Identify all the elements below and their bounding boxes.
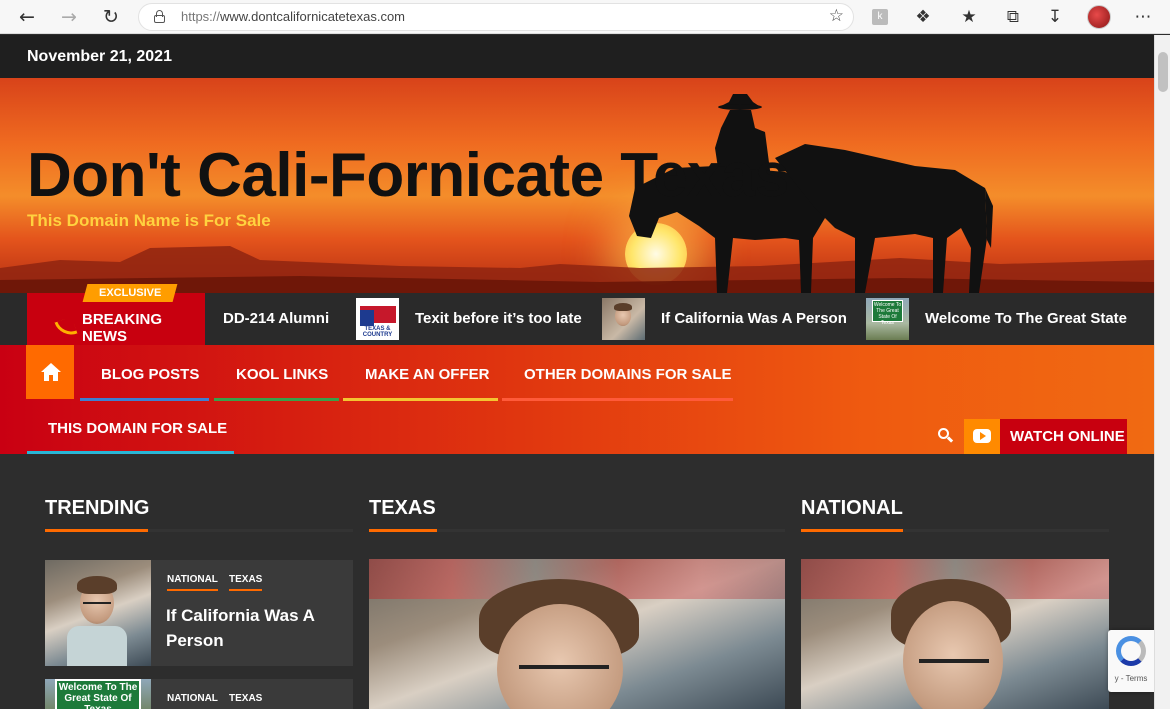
recaptcha-logo-icon <box>1116 636 1146 666</box>
category-tag[interactable]: NATIONAL <box>167 693 218 704</box>
web-page: November 21, 2021 Don't Cali-Fornicate T… <box>0 35 1154 709</box>
breaking-news-ticker: BREAKING NEWS EXCLUSIVE DD-214 Alumni TE… <box>0 284 1154 345</box>
nav-blog-posts[interactable]: BLOG POSTS <box>101 366 199 383</box>
site-tagline: This Domain Name is For Sale <box>27 211 271 230</box>
section-divider <box>801 529 1109 532</box>
loading-arc-icon <box>54 316 78 340</box>
browser-toolbar: ← → ↻ https://www.dontcalifornicatetexas… <box>0 0 1170 34</box>
trending-card[interactable]: NATIONAL TEXAS If California Was A Perso… <box>45 560 353 666</box>
ticker-item[interactable]: Welcome To The Great State of <box>925 310 1127 327</box>
breaking-news-label: BREAKING NEWS <box>82 311 163 345</box>
youtube-play-icon <box>973 429 991 443</box>
post-thumbnail[interactable]: Welcome To The Great State Of Texas <box>45 679 151 709</box>
post-title[interactable]: If California Was A Person <box>166 603 336 653</box>
forward-arrow-icon[interactable]: → <box>56 5 82 29</box>
favorites-icon[interactable]: ★ <box>957 5 981 29</box>
nav-underline <box>502 398 733 401</box>
nav-kool-links[interactable]: KOOL LINKS <box>236 366 328 383</box>
page-scrollbar[interactable] <box>1154 35 1170 709</box>
add-favorite-icon[interactable]: ☆ <box>829 6 844 26</box>
exclusive-badge-label: EXCLUSIVE <box>99 287 162 299</box>
section-divider <box>45 529 353 532</box>
category-underline <box>229 589 262 591</box>
current-date: November 21, 2021 <box>27 48 172 65</box>
trending-card[interactable]: Welcome To The Great State Of Texas NATI… <box>45 679 353 709</box>
post-thumbnail[interactable] <box>45 560 151 666</box>
watch-online-label: WATCH ONLINE <box>1010 428 1125 445</box>
search-icon[interactable] <box>938 428 954 443</box>
refresh-icon[interactable]: ↻ <box>98 5 124 29</box>
back-arrow-icon[interactable]: ← <box>14 5 40 29</box>
nav-make-an-offer[interactable]: MAKE AN OFFER <box>365 366 489 383</box>
category-underline <box>167 589 218 591</box>
ticker-thumbnail[interactable]: Welcome To The Great State Of Texas <box>866 298 909 340</box>
nav-underline <box>343 398 498 401</box>
ticker-thumbnail[interactable]: TEXAS & COUNTRY <box>356 298 399 340</box>
category-tag[interactable]: TEXAS <box>229 574 262 585</box>
site-title[interactable]: Don't Cali-Fornicate Texas <box>27 140 789 211</box>
downloads-icon[interactable]: ↧ <box>1043 5 1067 29</box>
category-tag[interactable]: TEXAS <box>229 693 262 704</box>
url-text[interactable]: https://www.dontcalifornicatetexas.com <box>181 9 405 24</box>
extension-icon[interactable]: k <box>872 9 888 25</box>
ticker-thumbnail[interactable] <box>602 298 645 340</box>
post-thumbnail-caption: Welcome To The Great State Of Texas <box>55 679 141 709</box>
national-featured-image[interactable] <box>801 559 1109 709</box>
texas-featured-image[interactable] <box>369 559 785 709</box>
section-title-national[interactable]: NATIONAL <box>801 497 903 520</box>
ticker-item[interactable]: DD-214 Alumni <box>223 310 329 327</box>
ticker-thumbnail-caption: Welcome To The Great State Of Texas <box>872 300 903 326</box>
watch-online-button[interactable]: WATCH ONLINE <box>964 419 1127 454</box>
top-bar: November 21, 2021 <box>0 35 1154 78</box>
nav-other-domains[interactable]: OTHER DOMAINS FOR SALE <box>524 366 732 383</box>
url-prefix: https:// <box>181 9 221 24</box>
header-banner: Don't Cali-Fornicate Texas This Domain N… <box>0 78 1154 293</box>
section-title-texas[interactable]: TEXAS <box>369 497 436 520</box>
recaptcha-badge[interactable]: y - Terms <box>1108 630 1154 692</box>
address-bar[interactable]: https://www.dontcalifornicatetexas.com ☆ <box>138 3 854 31</box>
scrollbar-thumb[interactable] <box>1158 52 1168 92</box>
recaptcha-terms-link[interactable]: y - Terms <box>1108 674 1154 683</box>
nav-underline <box>80 398 209 401</box>
ticker-thumbnail-caption: TEXAS & COUNTRY <box>362 326 393 338</box>
profile-avatar[interactable] <box>1087 5 1111 29</box>
section-title-trending[interactable]: TRENDING <box>45 497 149 520</box>
lock-icon[interactable] <box>154 10 165 23</box>
section-divider <box>369 529 785 532</box>
nav-this-domain-for-sale[interactable]: THIS DOMAIN FOR SALE <box>48 420 227 437</box>
more-menu-icon[interactable]: ⋯ <box>1131 5 1155 29</box>
exclusive-badge: EXCLUSIVE <box>82 284 178 302</box>
home-button[interactable] <box>26 345 74 399</box>
collections-icon[interactable]: ⧉ <box>1001 5 1025 29</box>
home-icon <box>41 363 61 381</box>
ticker-item[interactable]: Texit before it’s too late <box>415 310 582 327</box>
category-tag[interactable]: NATIONAL <box>167 574 218 585</box>
main-navigation: BLOG POSTS KOOL LINKS MAKE AN OFFER OTHE… <box>0 345 1154 454</box>
video-icon-box <box>964 419 1000 454</box>
extensions-puzzle-icon[interactable]: ❖ <box>911 5 935 29</box>
nav-underline <box>214 398 339 401</box>
nav-underline <box>27 451 234 454</box>
ticker-item[interactable]: If California Was A Person <box>661 310 847 327</box>
url-domain: www.dontcalifornicatetexas.com <box>220 9 406 24</box>
